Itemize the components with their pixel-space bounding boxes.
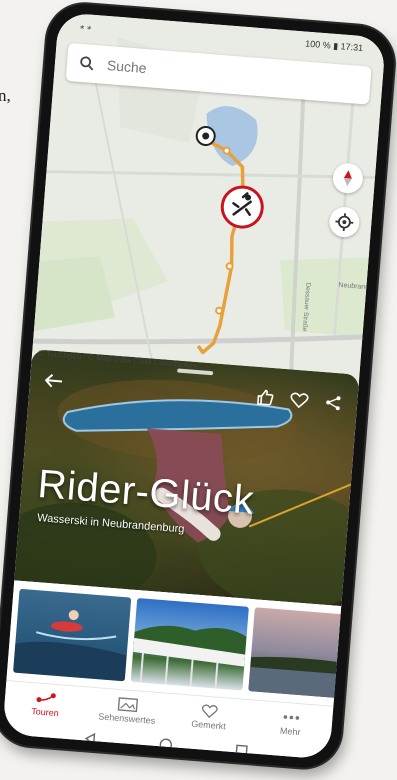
share-button[interactable] [322, 392, 344, 414]
tab-saved-label: Gemerkt [190, 718, 227, 732]
phone-screen: ⁎ ⁎ 100 % ▮ 17:31 Dessauer Straße Neubra… [2, 12, 386, 760]
image-icon [117, 697, 139, 713]
tab-sights-label: Sehenswertes [97, 711, 156, 726]
background-text: n, [0, 86, 11, 105]
photo-lake [248, 656, 363, 700]
tab-tours-label: Touren [30, 706, 60, 719]
search-input[interactable] [104, 55, 310, 90]
compass-icon [343, 170, 352, 187]
tour-hero-card[interactable]: Rider-Glück Wasserski in Neubrandenburg [14, 349, 360, 607]
more-dots-icon [283, 715, 300, 720]
recents-square-icon[interactable] [234, 743, 249, 758]
favorite-button[interactable] [289, 389, 311, 411]
heart-icon [290, 392, 309, 409]
arrow-left-icon [44, 373, 63, 388]
search-icon [80, 56, 94, 71]
photo-pavilion [133, 625, 247, 689]
gallery-photo-lake[interactable] [248, 607, 367, 700]
phone: ⁎ ⁎ 100 % ▮ 17:31 Dessauer Straße Neubra… [0, 0, 397, 780]
home-circle-icon[interactable] [158, 737, 173, 752]
tab-more-label: Mehr [279, 725, 301, 738]
phone-frame: ⁎ ⁎ 100 % ▮ 17:31 Dessauer Straße Neubra… [0, 1, 397, 771]
back-button[interactable] [43, 370, 65, 392]
locate-icon [335, 213, 354, 232]
heart-outline-icon [201, 704, 218, 719]
status-right: 100 % ▮ 17:31 [304, 38, 364, 53]
route-icon [36, 693, 56, 703]
photo-wakeboarder [13, 610, 127, 682]
poi-marker[interactable] [220, 185, 264, 229]
gallery-photo-pavilion[interactable] [130, 598, 249, 691]
back-triangle-icon[interactable] [83, 731, 98, 746]
gallery-photo-wakeboarder[interactable] [13, 588, 132, 682]
share-icon [326, 396, 341, 411]
thumbs-up-icon [257, 389, 274, 406]
map-view[interactable]: Dessauer Straße Neubrandenburg Vorstadt [31, 12, 386, 387]
route-start-marker[interactable] [195, 125, 216, 146]
like-button[interactable] [255, 387, 277, 409]
status-left: ⁎ ⁎ [79, 20, 92, 32]
